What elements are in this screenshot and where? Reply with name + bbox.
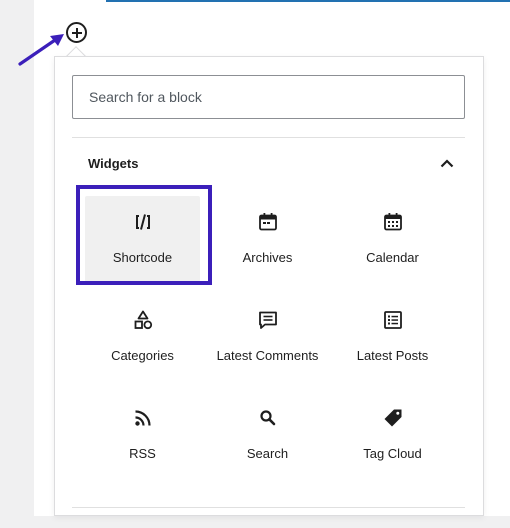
block-item-shortcode[interactable]: Shortcode (76, 185, 212, 288)
block-item-categories[interactable]: Categories (80, 288, 205, 386)
rss-icon (131, 406, 155, 430)
shortcode-icon (131, 210, 155, 234)
block-label: RSS (129, 446, 156, 461)
block-grid: Shortcode Archives Calendar Categories L… (76, 185, 455, 484)
archives-icon (256, 210, 280, 234)
block-label: Calendar (366, 250, 419, 265)
comment-icon (256, 308, 280, 332)
block-item-latest-posts[interactable]: Latest Posts (330, 288, 455, 386)
block-label: Categories (111, 348, 174, 363)
list-icon (381, 308, 405, 332)
block-item-tag-cloud[interactable]: Tag Cloud (330, 386, 455, 484)
divider (72, 507, 465, 508)
block-item-latest-comments[interactable]: Latest Comments (205, 288, 330, 386)
editor-background-bottom (0, 516, 510, 528)
widgets-panel-header[interactable]: Widgets (72, 145, 465, 181)
block-search-input[interactable] (72, 75, 465, 119)
tag-icon (381, 406, 405, 430)
block-label: Latest Comments (216, 348, 319, 363)
block-label: Search (246, 446, 289, 461)
block-label: Latest Posts (356, 348, 429, 363)
panel-title: Widgets (88, 155, 139, 171)
block-hover-background (85, 196, 200, 282)
chevron-up-icon[interactable] (433, 149, 461, 177)
block-label: Shortcode (112, 250, 173, 265)
block-item-archives[interactable]: Archives (205, 190, 330, 288)
calendar-icon (381, 210, 405, 234)
content-edge-line (106, 0, 510, 2)
categories-icon (131, 308, 155, 332)
block-item-search[interactable]: Search (205, 386, 330, 484)
block-label: Archives (242, 250, 293, 265)
block-inserter-screenshot: Widgets Shortcode (0, 0, 510, 528)
search-container (72, 75, 465, 119)
block-inserter-popover: Widgets Shortcode (54, 56, 484, 516)
block-label: Tag Cloud (363, 446, 422, 461)
editor-background (0, 0, 34, 528)
divider (72, 137, 465, 138)
search-icon (256, 406, 280, 430)
block-item-rss[interactable]: RSS (80, 386, 205, 484)
block-item-calendar[interactable]: Calendar (330, 190, 455, 288)
